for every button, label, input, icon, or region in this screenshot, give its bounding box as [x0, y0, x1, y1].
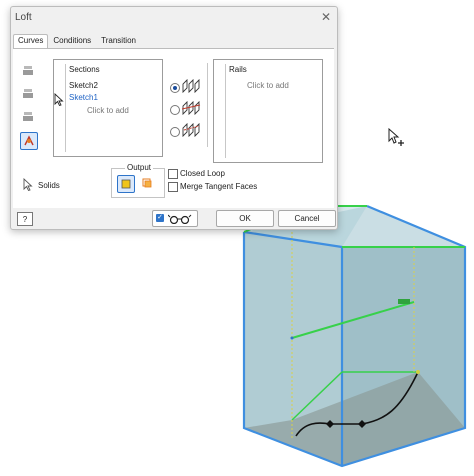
help-button[interactable]: ? — [17, 212, 33, 226]
sections-list[interactable]: Sections Sketch2 Sketch1 Click to add — [53, 59, 163, 157]
question-icon: ? — [22, 214, 28, 224]
move-up-button[interactable] — [20, 86, 36, 102]
loft-type-center-line-radio[interactable] — [170, 105, 180, 115]
sections-click-to-add[interactable]: Click to add — [87, 106, 129, 115]
loft-type-rails-radio[interactable] — [170, 83, 180, 93]
arrow-cursor-icon — [54, 93, 64, 107]
output-surface-button[interactable] — [139, 175, 155, 191]
drag-handle — [398, 299, 410, 304]
loft-dialog: Loft ✕ Curves Conditions Transition Sect… — [10, 6, 338, 230]
rails-header: Rails — [229, 65, 247, 74]
close-icon[interactable]: ✕ — [321, 10, 331, 24]
tab-curves[interactable]: Curves — [13, 34, 49, 48]
ok-button[interactable]: OK — [216, 210, 274, 227]
rails-loft-icon — [182, 78, 200, 94]
center-line-loft-icon — [181, 100, 201, 116]
stack-icon — [23, 112, 33, 121]
arrow-select-icon — [23, 178, 33, 192]
tab-conditions[interactable]: Conditions — [48, 34, 96, 48]
output-solid-button[interactable] — [117, 175, 135, 193]
tab-transition[interactable]: Transition — [96, 34, 141, 48]
loft-type-area-radio[interactable] — [170, 127, 180, 137]
list-item-sketch2[interactable]: Sketch2 — [69, 81, 98, 90]
output-label: Output — [125, 163, 154, 172]
solids-label: Solids — [38, 181, 60, 190]
move-down-button[interactable] — [20, 109, 36, 125]
surface-output-icon — [142, 178, 152, 188]
rails-click-to-add[interactable]: Click to add — [247, 81, 289, 90]
stack-icon — [23, 89, 33, 98]
add-cursor-icon — [388, 128, 404, 146]
cancel-button[interactable]: Cancel — [278, 210, 336, 227]
dialog-title: Loft — [15, 12, 32, 23]
point-mapping-icon — [24, 135, 34, 146]
solid-output-icon — [121, 179, 131, 189]
add-section-button[interactable] — [20, 63, 36, 79]
list-item-sketch1[interactable]: Sketch1 — [69, 93, 98, 102]
tab-bar: Curves Conditions Transition — [13, 34, 141, 48]
rails-list[interactable]: Rails Click to add — [213, 59, 323, 163]
closed-loop-label: Closed Loop — [180, 169, 225, 178]
glasses-icon — [168, 214, 192, 224]
closed-loop-checkbox[interactable] — [168, 169, 178, 179]
area-loft-icon — [182, 122, 200, 138]
sections-header: Sections — [69, 65, 100, 74]
merge-tangent-faces-label: Merge Tangent Faces — [180, 182, 258, 191]
section-tools — [20, 63, 38, 157]
preview-toggle[interactable]: ✓ — [152, 210, 198, 227]
point-mapping-button[interactable] — [20, 132, 38, 150]
solids-select-button[interactable] — [20, 177, 36, 193]
preview-checkbox[interactable]: ✓ — [156, 214, 164, 222]
curves-panel: Sections Sketch2 Sketch1 Click to add Ra… — [13, 48, 334, 208]
stack-icon — [23, 66, 33, 75]
merge-tangent-faces-checkbox[interactable] — [168, 182, 178, 192]
